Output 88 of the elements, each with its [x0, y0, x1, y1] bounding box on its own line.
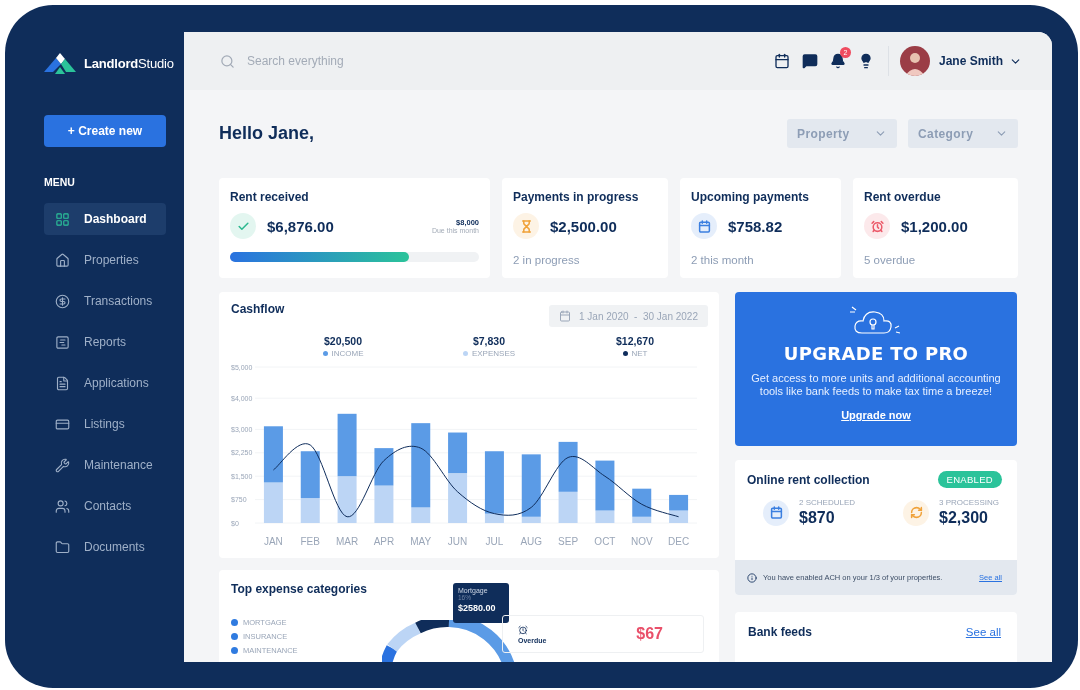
dollar-icon — [55, 293, 70, 309]
nav-item[interactable]: Documents — [44, 531, 166, 563]
search-icon — [220, 53, 235, 69]
nav-item[interactable]: Maintenance — [44, 449, 166, 481]
legend-dot — [231, 619, 238, 626]
avatar[interactable] — [899, 46, 930, 76]
card-note: 5 overdue — [864, 254, 917, 266]
month-label: SEP — [558, 536, 579, 547]
amount: $1,200.00 — [901, 217, 968, 235]
month-label: NOV — [630, 536, 653, 547]
menu-heading: MENU — [44, 176, 76, 188]
upgrade-text: Get access to more units and additional accounting tools like bank feeds to make tax time a breeze! — [750, 372, 1002, 398]
card-title: Payments in progress — [513, 190, 640, 204]
summary-value: $20,500 — [324, 335, 362, 347]
bar — [263, 482, 283, 523]
card-title: Cashflow — [231, 302, 285, 316]
bar — [337, 413, 357, 477]
card-note: 2 this month — [691, 254, 755, 266]
search-field[interactable]: Search everything — [245, 53, 449, 69]
month-label: OCT — [594, 536, 616, 547]
card-icon — [55, 416, 70, 432]
bar — [337, 476, 357, 523]
legend-label: INCOME — [331, 349, 364, 358]
month-label: APR — [373, 536, 395, 547]
nav-item[interactable]: Contacts — [44, 490, 166, 522]
calendar-icon[interactable] — [773, 53, 790, 69]
status-badge: ENABLED — [937, 471, 1002, 488]
brand-name: LandlordStudio — [84, 55, 174, 71]
month-label: MAR — [335, 536, 359, 547]
alarm-icon — [518, 624, 528, 635]
legend-label: EXPENSES — [471, 349, 516, 358]
card-title: Upcoming payments — [691, 190, 811, 204]
wrench-icon — [55, 457, 70, 473]
nav-item[interactable]: Dashboard — [44, 203, 166, 235]
user-name[interactable]: Jane Smith — [938, 54, 1003, 68]
tooltip-amount: $2580.00 — [458, 603, 497, 613]
greeting: Hello Jane, — [219, 123, 316, 144]
logo-icon — [44, 52, 76, 74]
bar — [448, 432, 468, 474]
house-icon — [55, 252, 70, 268]
bar — [263, 426, 283, 483]
summary-value: $12,670 — [616, 335, 654, 347]
legend-dot — [231, 647, 238, 654]
calendar-icon — [559, 310, 571, 322]
rent-amount: $870 — [799, 509, 836, 527]
grid-icon — [55, 211, 70, 227]
rent-label: 2 SCHEDULED — [799, 498, 855, 507]
month-label: FEB — [300, 536, 320, 547]
upgrade-link[interactable]: Upgrade now — [841, 409, 911, 421]
month-label: JAN — [263, 536, 283, 547]
month-label: MAY — [410, 536, 432, 547]
people-icon — [55, 498, 70, 514]
card-title: Rent received — [230, 190, 310, 204]
nav-item[interactable]: Transactions — [44, 285, 166, 317]
legend-dot — [231, 633, 238, 640]
nav-item[interactable]: Properties — [44, 244, 166, 276]
bar — [448, 473, 468, 523]
rent-label: 3 PROCESSING — [939, 498, 999, 507]
chat-icon[interactable] — [801, 53, 818, 69]
create-new-button[interactable]: + Create new — [44, 115, 166, 147]
bar — [374, 448, 394, 486]
amount: $2,500.00 — [550, 217, 617, 235]
card-note: 2 in progress — [513, 254, 581, 266]
card-title: Online rent collection — [747, 472, 870, 487]
rent-amount: $2,300 — [939, 509, 989, 527]
month-label: JUL — [485, 536, 504, 547]
bar — [669, 494, 689, 511]
month-label: JUN — [447, 536, 468, 547]
see-all-link[interactable]: See all — [965, 626, 1001, 638]
overdue-amount: $67 — [636, 625, 663, 643]
card-title: Bank feeds — [748, 625, 813, 639]
nav-item[interactable]: Reports — [44, 326, 166, 358]
legend-label: NET — [631, 349, 648, 358]
month-label: AUG — [520, 536, 543, 547]
amount: $6,876.00 — [267, 217, 334, 235]
summary-value: $7,830 — [472, 335, 506, 347]
upgrade-title: UPGRADE TO PRO — [783, 343, 969, 364]
bar — [374, 485, 394, 523]
amount: $758.82 — [728, 217, 783, 235]
document-icon — [55, 375, 70, 391]
month-label: DEC — [668, 536, 690, 547]
card-title: Top expense categories — [231, 582, 368, 596]
nav-item[interactable]: Listings — [44, 408, 166, 440]
info-icon — [747, 572, 757, 583]
bell-icon[interactable] — [829, 53, 846, 69]
folder-icon — [55, 539, 70, 555]
nav-item[interactable]: Applications — [44, 367, 166, 399]
card-title: Rent overdue — [864, 190, 942, 204]
